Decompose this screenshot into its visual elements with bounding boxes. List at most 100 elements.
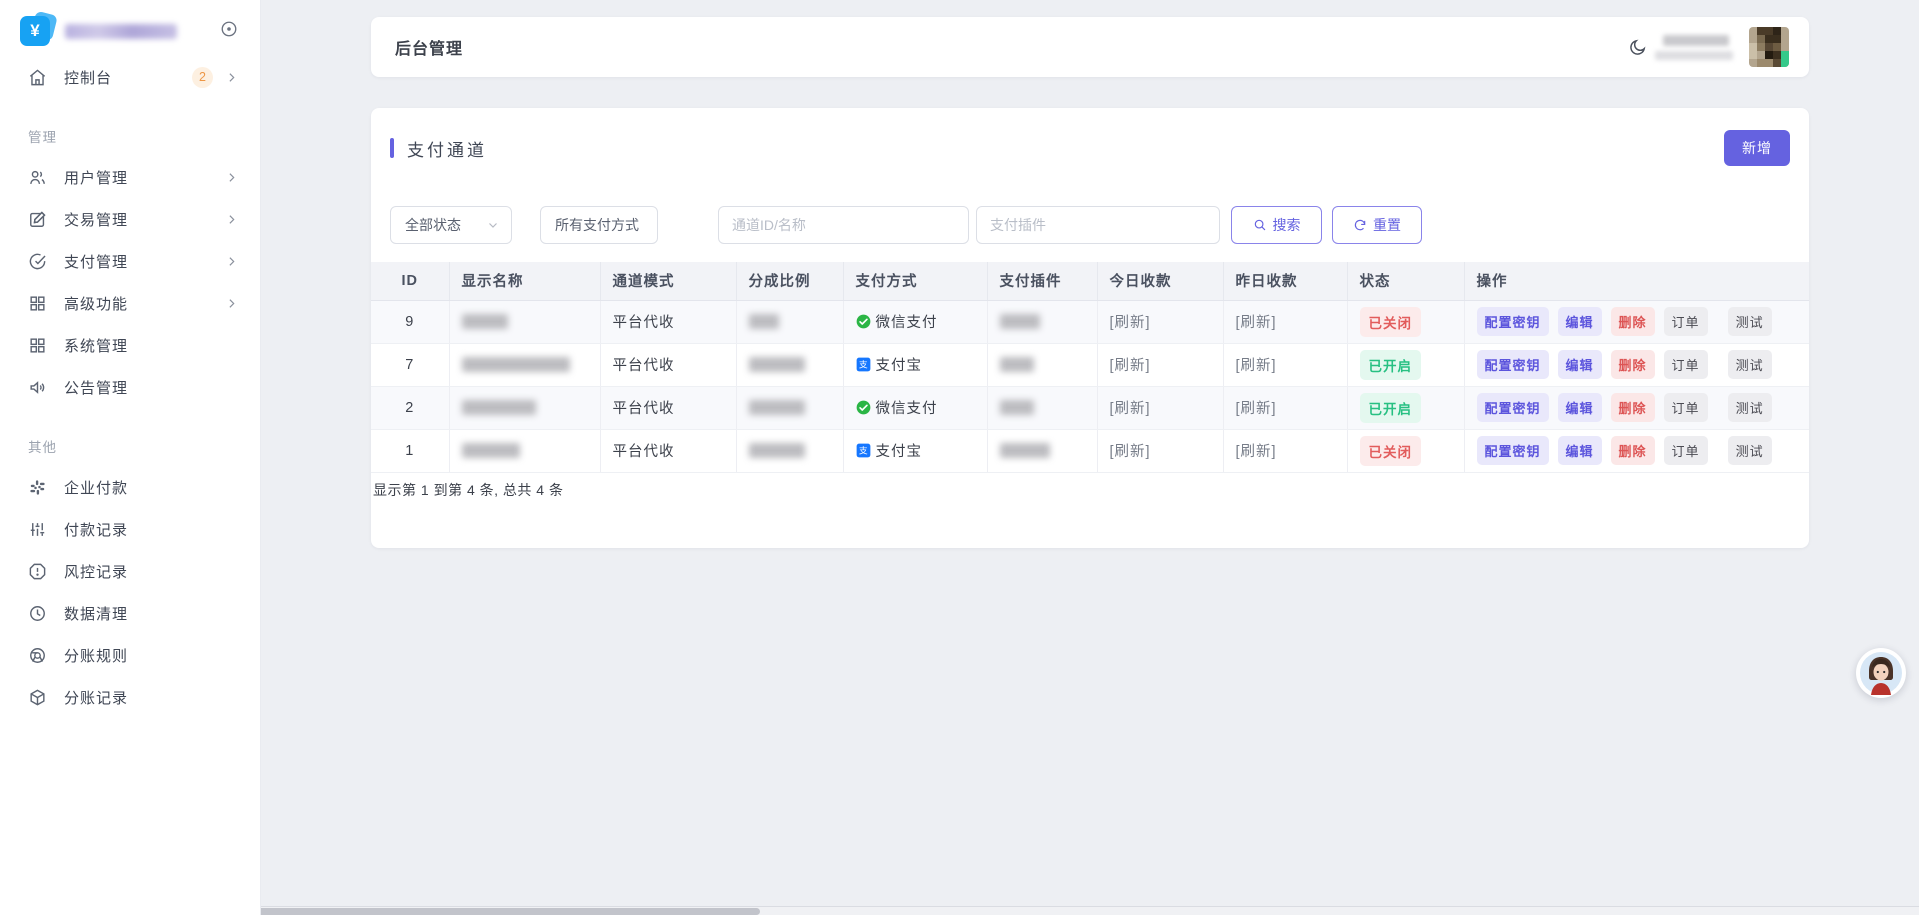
sidebar-item-user-management[interactable]: 用户管理	[0, 156, 260, 198]
pay-method-label: 微信支付	[876, 397, 938, 418]
chevron-right-icon	[225, 255, 238, 268]
top-header-bar: 后台管理	[371, 17, 1809, 77]
configure-keys-button[interactable]: 配置密钥	[1477, 436, 1549, 465]
edit-button[interactable]: 编辑	[1558, 436, 1602, 465]
cell-yesterday-income: [刷新]	[1223, 300, 1347, 343]
chevron-right-icon	[225, 71, 238, 84]
cell-split-ratio-redacted	[736, 386, 843, 429]
edit-button[interactable]: 编辑	[1558, 350, 1602, 379]
refresh-link[interactable]: [刷新]	[1110, 444, 1151, 460]
cell-channel-mode: 平台代收	[600, 429, 736, 472]
title-accent-bar	[390, 138, 394, 158]
brand-name-redacted	[65, 24, 177, 39]
delete-button[interactable]: 删除	[1611, 350, 1655, 379]
username-redacted[interactable]	[1663, 35, 1733, 60]
svg-text:支: 支	[858, 359, 867, 371]
sidebar-item-payment-management[interactable]: 支付管理	[0, 240, 260, 282]
test-button[interactable]: 测试	[1728, 393, 1772, 422]
search-button-label: 搜索	[1273, 215, 1301, 235]
cell-pay-plugin-redacted	[987, 343, 1097, 386]
refresh-icon	[1353, 218, 1367, 232]
cell-yesterday-income: [刷新]	[1223, 343, 1347, 386]
delete-button[interactable]: 删除	[1611, 436, 1655, 465]
payment-plugin-input[interactable]	[976, 206, 1220, 244]
chrome-icon	[28, 646, 47, 665]
cell-channel-mode: 平台代收	[600, 386, 736, 429]
refresh-link[interactable]: [刷新]	[1236, 358, 1277, 374]
floating-avatar-button[interactable]	[1856, 648, 1906, 698]
cell-yesterday-income: [刷新]	[1223, 386, 1347, 429]
orders-button[interactable]: 订单	[1664, 307, 1708, 336]
payment-method-select[interactable]: 所有支付方式	[540, 206, 658, 244]
sidebar-item-risk-records[interactable]: 风控记录	[0, 550, 260, 592]
sidebar-item-transaction-management[interactable]: 交易管理	[0, 198, 260, 240]
status-select[interactable]: 全部状态	[390, 206, 512, 244]
sidebar-item-label: 付款记录	[64, 519, 128, 540]
refresh-link[interactable]: [刷新]	[1236, 315, 1277, 331]
payment-channel-card: 支付通道 新增 全部状态 所有支付方式 搜索 重置	[371, 108, 1809, 548]
alipay-icon: 支	[856, 357, 871, 372]
user-avatar[interactable]	[1749, 27, 1789, 67]
sidebar-item-label: 企业付款	[64, 477, 128, 498]
cell-display-name-redacted	[449, 300, 600, 343]
clock-icon	[28, 604, 47, 623]
cell-display-name-redacted	[449, 343, 600, 386]
sidebar-item-split-rules[interactable]: 分账规则	[0, 634, 260, 676]
girl-avatar-image	[1859, 651, 1903, 695]
sidebar-item-split-records[interactable]: 分账记录	[0, 676, 260, 718]
sidebar-item-label: 支付管理	[64, 251, 128, 272]
chevron-down-icon	[487, 219, 499, 231]
cell-channel-mode: 平台代收	[600, 343, 736, 386]
cell-actions: 配置密钥编辑删除订单测试	[1464, 300, 1809, 343]
configure-keys-button[interactable]: 配置密钥	[1477, 307, 1549, 336]
test-button[interactable]: 测试	[1728, 350, 1772, 379]
col-header-display-name: 显示名称	[449, 262, 600, 300]
delete-button[interactable]: 删除	[1611, 307, 1655, 336]
cell-today-income: [刷新]	[1097, 343, 1223, 386]
sidebar-item-dashboard[interactable]: 控制台 2	[0, 56, 260, 98]
col-header-split-ratio: 分成比例	[736, 262, 843, 300]
reset-button[interactable]: 重置	[1332, 206, 1422, 244]
sidebar-item-system-management[interactable]: 系统管理	[0, 324, 260, 366]
refresh-link[interactable]: [刷新]	[1110, 315, 1151, 331]
sidebar-item-payment-records[interactable]: 付款记录	[0, 508, 260, 550]
refresh-link[interactable]: [刷新]	[1236, 444, 1277, 460]
cell-pay-method: 微信支付	[843, 386, 987, 429]
table-row: 2 平台代收 微信支付 [刷新] [刷新]	[371, 386, 1809, 429]
sidebar-item-announcement-management[interactable]: 公告管理	[0, 366, 260, 408]
configure-keys-button[interactable]: 配置密钥	[1477, 393, 1549, 422]
cell-pay-plugin-redacted	[987, 429, 1097, 472]
add-button[interactable]: 新增	[1724, 130, 1790, 166]
refresh-link[interactable]: [刷新]	[1110, 401, 1151, 417]
cell-pay-method: 微信支付	[843, 300, 987, 343]
refresh-link[interactable]: [刷新]	[1110, 358, 1151, 374]
table-row: 9 平台代收 微信支付 [刷新] [刷新]	[371, 300, 1809, 343]
channels-table: ID 显示名称 通道模式 分成比例 支付方式 支付插件 今日收款 昨日收款 状态…	[371, 262, 1809, 473]
orders-button[interactable]: 订单	[1664, 393, 1708, 422]
sidebar-item-data-cleanup[interactable]: 数据清理	[0, 592, 260, 634]
delete-button[interactable]: 删除	[1611, 393, 1655, 422]
configure-keys-button[interactable]: 配置密钥	[1477, 350, 1549, 379]
sidebar-item-label: 分账规则	[64, 645, 128, 666]
sidebar-item-corporate-payment[interactable]: 企业付款	[0, 466, 260, 508]
test-button[interactable]: 测试	[1728, 436, 1772, 465]
orders-button[interactable]: 订单	[1664, 350, 1708, 379]
test-button[interactable]: 测试	[1728, 307, 1772, 336]
search-button[interactable]: 搜索	[1231, 206, 1322, 244]
pagination-summary: 显示第 1 到第 4 条, 总共 4 条	[371, 473, 1809, 500]
brand-logo-icon: ¥	[20, 16, 50, 46]
edit-button[interactable]: 编辑	[1558, 393, 1602, 422]
horizontal-scrollbar[interactable]	[0, 906, 1919, 915]
cell-pay-method: 支 支付宝	[843, 429, 987, 472]
cell-id: 1	[371, 429, 449, 472]
sidebar-item-advanced-features[interactable]: 高级功能	[0, 282, 260, 324]
table-row: 7 平台代收 支 支付宝 [刷新] [刷新]	[371, 343, 1809, 386]
orders-button[interactable]: 订单	[1664, 436, 1708, 465]
dark-mode-moon-icon[interactable]	[1628, 38, 1647, 57]
cell-today-income: [刷新]	[1097, 386, 1223, 429]
refresh-link[interactable]: [刷新]	[1236, 401, 1277, 417]
edit-button[interactable]: 编辑	[1558, 307, 1602, 336]
sidebar-collapse-icon[interactable]	[220, 20, 238, 38]
channel-id-input[interactable]	[718, 206, 969, 244]
status-select-value: 全部状态	[405, 215, 461, 235]
